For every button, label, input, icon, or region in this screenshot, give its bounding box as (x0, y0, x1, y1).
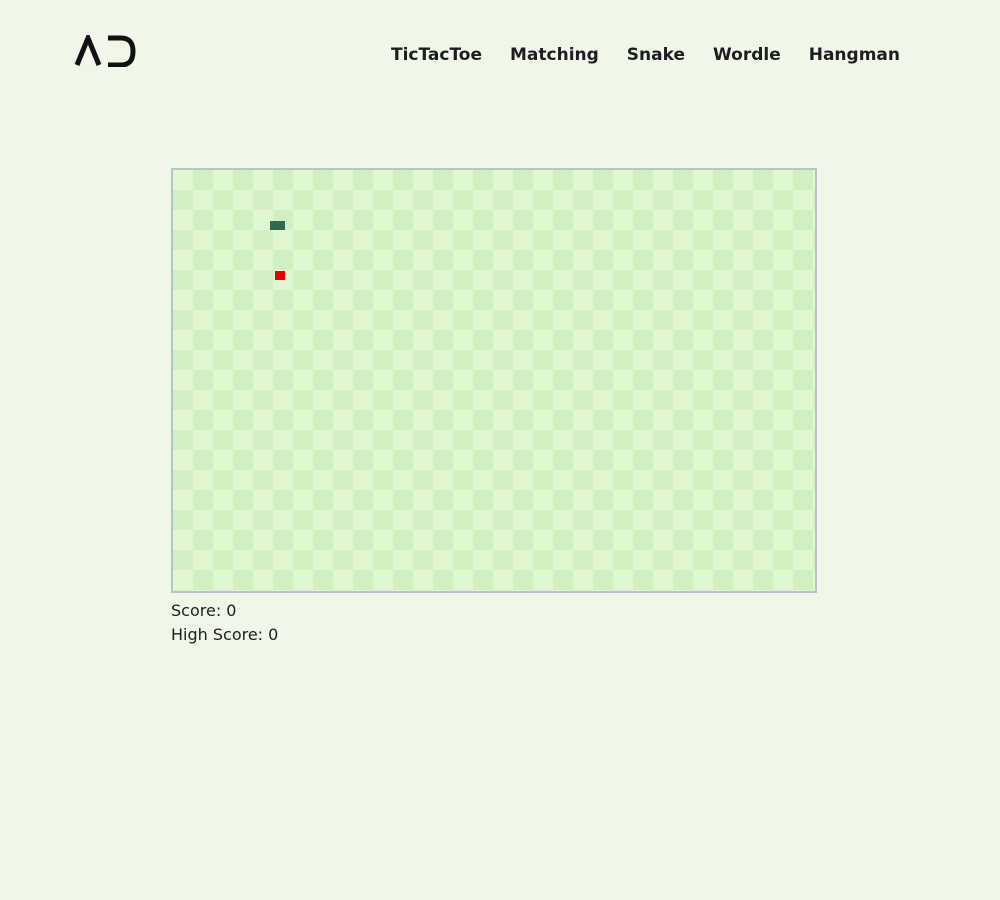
snake-head (270, 221, 285, 230)
nav-link-hangman[interactable]: Hangman (809, 44, 900, 66)
food-apple (275, 271, 285, 280)
score-panel: Score: 0 High Score: 0 (171, 599, 278, 647)
snake-board[interactable] (171, 168, 817, 593)
checkerboard-background (173, 170, 815, 591)
nav-link-matching[interactable]: Matching (510, 44, 599, 66)
nav-link-tictactoe[interactable]: TicTacToe (391, 44, 482, 66)
nav-link-snake[interactable]: Snake (627, 44, 685, 66)
high-score-text: High Score: 0 (171, 625, 279, 644)
score-text: Score: 0 (171, 601, 237, 620)
site-logo[interactable] (74, 35, 136, 67)
main-nav: TicTacToe Matching Snake Wordle Hangman (363, 44, 900, 66)
nav-link-wordle[interactable]: Wordle (713, 44, 781, 66)
